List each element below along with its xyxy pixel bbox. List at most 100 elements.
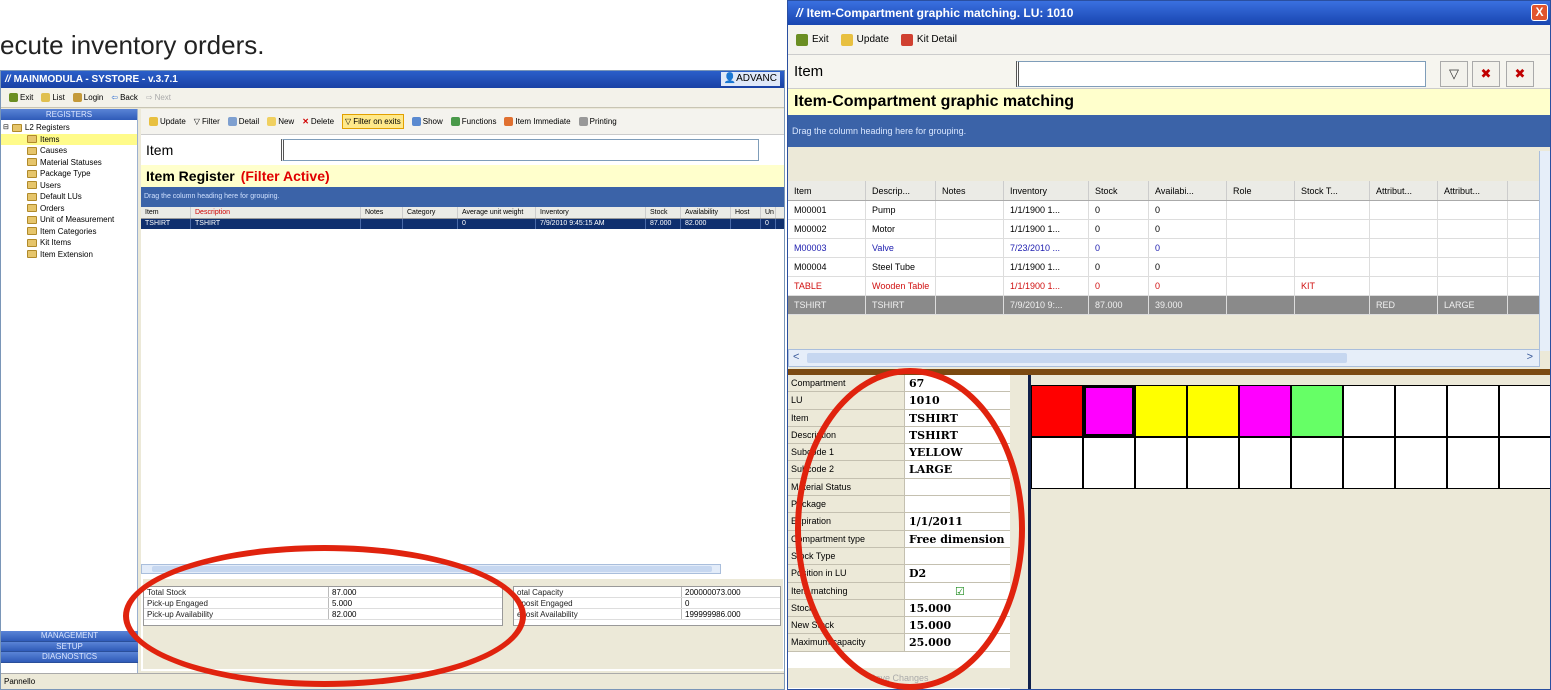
setup-button[interactable]: SETUP — [1, 641, 138, 652]
compartment-cell[interactable] — [1395, 437, 1447, 489]
management-button[interactable]: MANAGEMENT — [1, 631, 138, 642]
cell: 1/1/1900 1... — [1004, 258, 1089, 276]
group-by-area[interactable]: Drag the column heading here for groupin… — [788, 115, 1550, 147]
item-immediate-button[interactable]: Item Immediate — [504, 117, 571, 126]
column-header[interactable]: Descrip... — [866, 181, 936, 200]
filter-remove-button[interactable]: ✖ — [1506, 61, 1534, 87]
column-header[interactable]: Notes — [361, 207, 403, 218]
diagnostics-button[interactable]: DIAGNOSTICS — [1, 652, 138, 663]
column-header[interactable]: Attribut... — [1438, 181, 1508, 200]
search-row: Item — [141, 135, 784, 165]
scroll-left-icon[interactable]: < — [793, 351, 799, 363]
filter-on-exits-button[interactable]: ▽ Filter on exits — [342, 114, 404, 129]
update-button[interactable]: Update — [840, 33, 889, 46]
compartment-cell[interactable] — [1447, 385, 1499, 437]
column-header[interactable]: Inventory — [536, 207, 646, 218]
update-button[interactable]: Update — [149, 117, 186, 126]
column-header[interactable]: Role — [1227, 181, 1295, 200]
show-button[interactable]: Show — [411, 117, 443, 126]
compartment-cell[interactable] — [1343, 437, 1395, 489]
column-header[interactable]: Availabi... — [1149, 181, 1227, 200]
table-row[interactable]: TABLE Wooden Table 1/1/1900 1... 0 0 KIT — [788, 277, 1540, 296]
compartment-cell[interactable] — [1447, 437, 1499, 489]
compartment-cell[interactable] — [1239, 437, 1291, 489]
tree-item-users[interactable]: Users — [1, 180, 137, 192]
compartment-cell[interactable] — [1083, 437, 1135, 489]
tree-item-unit-of-measurement[interactable]: Unit of Measurement — [1, 214, 137, 226]
horizontal-scrollbar[interactable]: < > — [788, 349, 1540, 367]
compartment-cell[interactable] — [1135, 385, 1187, 437]
column-header[interactable]: Availability — [681, 207, 731, 218]
host-checkbox[interactable] — [731, 219, 761, 229]
tree-item-default-lus[interactable]: Default LUs — [1, 191, 137, 203]
column-header[interactable]: Category — [403, 207, 458, 218]
item-search-input[interactable] — [1016, 61, 1426, 87]
group-by-area[interactable]: Drag the column heading here for groupin… — [141, 187, 784, 207]
kit-detail-button[interactable]: Kit Detail — [900, 33, 957, 46]
column-header[interactable]: Item — [788, 181, 866, 200]
user-badge[interactable]: 👤ADVANC — [720, 72, 780, 86]
compartment-cell[interactable] — [1187, 385, 1239, 437]
scroll-right-icon[interactable]: > — [1527, 351, 1533, 363]
tree-item-causes[interactable]: Causes — [1, 145, 137, 157]
column-header[interactable]: Stock T... — [1295, 181, 1370, 200]
column-header[interactable]: Item — [141, 207, 191, 218]
compartment-cell[interactable] — [1187, 437, 1239, 489]
login-button[interactable]: Login — [72, 93, 104, 102]
compartment-cell[interactable] — [1031, 437, 1083, 489]
column-header[interactable]: Host — [731, 207, 761, 218]
compartment-cell[interactable] — [1395, 385, 1447, 437]
filter-button[interactable]: ▽ Filter — [194, 117, 220, 126]
compartment-cell[interactable] — [1291, 385, 1343, 437]
tree-item-items[interactable]: Items — [1, 133, 137, 145]
exit-button[interactable]: Exit — [796, 33, 829, 46]
column-header[interactable]: Notes — [936, 181, 1004, 200]
column-header[interactable]: Stock — [1089, 181, 1149, 200]
functions-button[interactable]: Functions — [450, 117, 496, 126]
tree-item-item-extension[interactable]: Item Extension — [1, 249, 137, 261]
column-header[interactable]: Attribut... — [1370, 181, 1438, 200]
back-button[interactable]: ⇦ Back — [111, 93, 138, 102]
filter-add-button[interactable]: ✖ — [1472, 61, 1500, 87]
delete-button[interactable]: ✕ Delete — [302, 117, 334, 126]
column-header[interactable]: Inventory — [1004, 181, 1089, 200]
compartment-cell[interactable] — [1343, 385, 1395, 437]
compartment-cell[interactable] — [1083, 385, 1135, 437]
compartment-cell[interactable] — [1031, 385, 1083, 437]
compartment-cell[interactable] — [1291, 437, 1343, 489]
table-row[interactable]: TSHIRT TSHIRT 0 7/9/2010 9:45:15 AM 87.0… — [141, 219, 784, 229]
tree-root[interactable]: ⊟ L2 Registers — [1, 122, 137, 134]
login-label: Login — [83, 93, 104, 102]
compartment-cell[interactable] — [1499, 385, 1550, 437]
detail-button[interactable]: Detail — [227, 117, 259, 126]
table-row[interactable]: M00002 Motor 1/1/1900 1... 0 0 — [788, 220, 1540, 239]
column-header[interactable]: Un — [761, 207, 776, 218]
table-row[interactable]: M00001 Pump 1/1/1900 1... 0 0 — [788, 201, 1540, 220]
tree-item-material-statuses[interactable]: Material Statuses — [1, 157, 137, 169]
exit-button[interactable]: Exit — [9, 93, 33, 102]
registers-header[interactable]: REGISTERS — [1, 109, 137, 120]
tree-item-orders[interactable]: Orders — [1, 203, 137, 215]
table-row[interactable]: M00003 Valve 7/23/2010 ... 0 0 — [788, 239, 1540, 258]
printing-button[interactable]: Printing — [578, 117, 617, 126]
column-header[interactable]: Description — [191, 207, 361, 218]
table-row[interactable]: TSHIRT TSHIRT 7/9/2010 9:... 87.000 39.000 RE… — [788, 296, 1540, 315]
filter-button[interactable]: ▽ — [1440, 61, 1468, 87]
compartment-cell[interactable] — [1135, 437, 1187, 489]
tree-item-package-type[interactable]: Package Type — [1, 168, 137, 180]
scroll-thumb[interactable] — [807, 353, 1347, 363]
close-button[interactable]: X — [1531, 4, 1548, 21]
collapse-icon[interactable]: ⊟ — [3, 122, 9, 134]
table-row[interactable]: M00004 Steel Tube 1/1/1900 1... 0 0 — [788, 258, 1540, 277]
compartment-cell[interactable] — [1499, 437, 1550, 489]
new-button[interactable]: New — [267, 117, 294, 126]
tree-item-kit-items[interactable]: Kit Items — [1, 237, 137, 249]
compartment-cell[interactable] — [1239, 385, 1291, 437]
tree-item-item-categories[interactable]: Item Categories — [1, 226, 137, 238]
list-button[interactable]: List — [41, 93, 65, 102]
column-header[interactable]: Average unit weight — [458, 207, 536, 218]
vertical-scrollbar[interactable] — [1539, 151, 1550, 351]
next-button[interactable]: ⇨ Next — [146, 93, 171, 102]
item-search-input[interactable] — [281, 139, 760, 161]
column-header[interactable]: Stock — [646, 207, 681, 218]
